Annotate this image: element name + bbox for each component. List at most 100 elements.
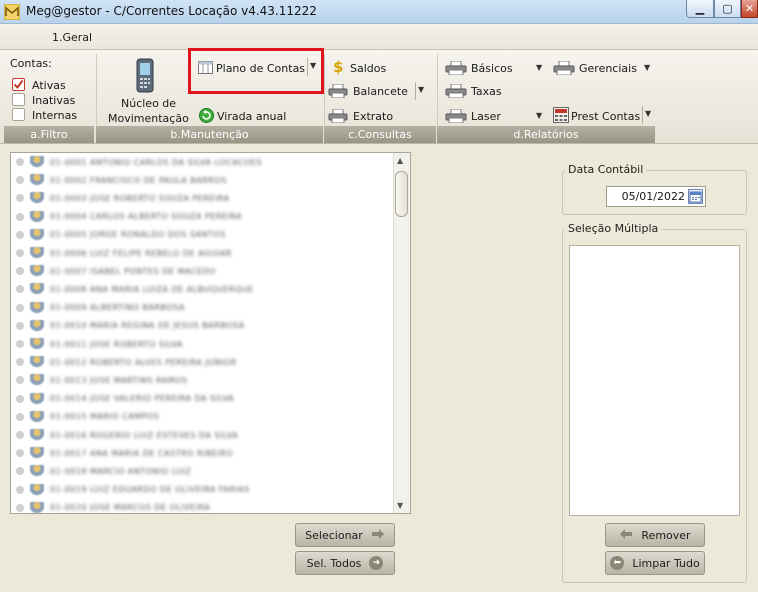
person-icon: [30, 156, 44, 168]
balancete-button[interactable]: Balancete: [353, 85, 408, 98]
list-item[interactable]: 01-0020 JOSE MARCOS DE OLIVEIRA: [16, 499, 210, 517]
taxas-button[interactable]: Taxas: [471, 85, 502, 98]
extrato-button[interactable]: Extrato: [353, 110, 393, 123]
maximize-button[interactable]: ▢: [714, 0, 741, 18]
list-item[interactable]: 01-0013 JOSE MARTINS RAMOS: [16, 371, 188, 389]
tree-expand-icon[interactable]: [16, 503, 24, 512]
limpar-tudo-label: Limpar Tudo: [632, 556, 700, 570]
list-item[interactable]: 01-0001 ANTONIO CARLOS DA SILVA LOCACOES: [16, 153, 262, 171]
list-item[interactable]: 01-0009 ALBERTINO BARBOSA: [16, 299, 185, 317]
arrow-left-icon: [619, 528, 633, 543]
data-contabil-label: Data Contábil: [565, 163, 647, 176]
gerenciais-button[interactable]: Gerenciais: [579, 62, 637, 75]
person-icon: [30, 210, 44, 223]
inativas-label: Inativas: [32, 94, 76, 107]
mobile-phone-icon[interactable]: [134, 58, 156, 94]
highlight-box: [188, 48, 324, 94]
ativas-checkbox[interactable]: [12, 78, 25, 91]
group-caption-filtro: a.Filtro: [4, 126, 95, 143]
scroll-up-icon[interactable]: ▲: [397, 156, 403, 165]
tree-expand-icon[interactable]: [16, 249, 24, 257]
list-item[interactable]: 01-0015 MARIO CAMPOS: [16, 408, 159, 426]
list-item[interactable]: 01-0011 JOSE ROBERTO SILVA: [16, 335, 183, 353]
tree-expand-icon[interactable]: [16, 485, 24, 494]
minimize-button[interactable]: ▁: [686, 0, 714, 18]
tree-expand-icon[interactable]: [16, 340, 24, 348]
tree-expand-icon[interactable]: [16, 158, 24, 166]
tree-expand-icon[interactable]: [16, 431, 24, 439]
printer-icon: [553, 60, 575, 76]
prest-contas-dropdown-icon[interactable]: ▼: [642, 106, 651, 124]
internas-checkbox[interactable]: [12, 108, 25, 121]
arrow-right-icon: [371, 528, 385, 543]
saldos-button[interactable]: Saldos: [350, 62, 386, 75]
list-item-label: 01-0018 MARCIO ANTONIO LUIZ: [50, 466, 192, 476]
laser-button[interactable]: Laser: [471, 110, 501, 123]
scroll-down-icon[interactable]: ▼: [397, 501, 403, 510]
nucleo-label-line2[interactable]: Movimentação: [108, 112, 189, 125]
calendar-icon[interactable]: [688, 189, 703, 204]
limpar-tudo-button[interactable]: ⬅ Limpar Tudo: [605, 551, 705, 575]
list-item-label: 01-0008 ANA MARIA LUIZA DE ALBUQUERQUE: [50, 284, 254, 294]
ativas-label: Ativas: [32, 79, 66, 92]
group-caption-manutencao: b.Manutenção: [96, 126, 324, 143]
person-icon: [30, 247, 44, 259]
tree-expand-icon[interactable]: [16, 394, 24, 403]
sel-todos-label: Sel. Todos: [306, 556, 362, 570]
tree-expand-icon[interactable]: [16, 467, 24, 476]
scroll-thumb[interactable]: [395, 171, 408, 217]
tree-expand-icon[interactable]: [16, 267, 24, 276]
tree-expand-icon[interactable]: [16, 285, 24, 294]
prest-contas-button[interactable]: Prest Contas: [571, 110, 640, 123]
list-item[interactable]: 01-0014 JOSE VALERIO PEREIRA DA SILVA: [16, 390, 234, 408]
list-item[interactable]: 01-0007 ISABEL PONTES DE MACEDO: [16, 262, 216, 280]
tree-expand-icon[interactable]: [16, 449, 24, 458]
tree-expand-icon[interactable]: [16, 412, 24, 421]
nucleo-label-line1[interactable]: Núcleo de: [121, 97, 176, 110]
close-button[interactable]: ✕: [741, 0, 758, 18]
list-item[interactable]: 01-0017 ANA MARIA DE CASTRO RIBEIRO: [16, 444, 233, 462]
list-item[interactable]: 01-0012 ROBERTO ALVES PEREIRA JUNIOR: [16, 353, 237, 371]
circle-arrow-right-icon: ➜: [369, 556, 384, 570]
list-item[interactable]: 01-0002 FRANCISCO DE PAULA BARROS: [16, 171, 227, 189]
inativas-checkbox[interactable]: [12, 93, 25, 106]
tab-geral[interactable]: 1.Geral: [52, 31, 92, 44]
person-icon: [30, 319, 44, 332]
tree-expand-icon[interactable]: [16, 358, 24, 367]
tree-expand-icon[interactable]: [16, 376, 24, 385]
list-item-label: 01-0010 MARIA REGINA DE JESUS BARBOSA: [50, 321, 245, 331]
tree-expand-icon[interactable]: [16, 303, 24, 312]
person-icon: [30, 501, 44, 514]
tree-expand-icon[interactable]: [16, 230, 24, 239]
list-item[interactable]: 01-0004 CARLOS ALBERTO SOUZA PEREIRA: [16, 208, 242, 226]
tree-expand-icon[interactable]: [16, 194, 24, 203]
list-item[interactable]: 01-0008 ANA MARIA LUIZA DE ALBUQUERQUE: [16, 280, 254, 298]
basicos-dropdown-icon[interactable]: ▼: [536, 63, 542, 72]
tree-expand-icon[interactable]: [16, 212, 24, 221]
selecao-multipla-label: Seleção Múltipla: [565, 222, 662, 235]
refresh-green-icon: [199, 108, 214, 123]
selecionar-button[interactable]: Selecionar: [295, 523, 395, 547]
list-item[interactable]: 01-0019 LUIZ EDUARDO DE OLIVEIRA FARIAS: [16, 481, 250, 499]
gerenciais-dropdown-icon[interactable]: ▼: [644, 63, 650, 72]
internas-label: Internas: [32, 109, 78, 122]
list-item[interactable]: 01-0005 JORGE RONALDO DOS SANTOS: [16, 226, 226, 244]
person-icon: [30, 392, 44, 405]
list-item[interactable]: 01-0003 JOSE ROBERTO SOUZA PEREIRA: [16, 189, 230, 207]
sel-todos-button[interactable]: Sel. Todos ➜: [295, 551, 395, 575]
basicos-button[interactable]: Básicos: [471, 62, 513, 75]
list-item[interactable]: 01-0018 MARCIO ANTONIO LUIZ: [16, 462, 191, 480]
tree-expand-icon[interactable]: [16, 176, 24, 185]
list-item[interactable]: 01-0016 ROGERIO LUIZ ESTEVES DA SILVA: [16, 426, 238, 444]
balancete-dropdown-icon[interactable]: ▼: [415, 82, 424, 100]
printer-icon: [445, 83, 467, 99]
laser-dropdown-icon[interactable]: ▼: [536, 111, 542, 120]
list-item-label: 01-0007 ISABEL PONTES DE MACEDO: [50, 266, 216, 276]
list-item[interactable]: 01-0006 LUIZ FELIPE REBELO DE AGUIAR: [16, 244, 232, 262]
selecao-multipla-list[interactable]: [569, 245, 740, 516]
list-item[interactable]: 01-0010 MARIA REGINA DE JESUS BARBOSA: [16, 317, 245, 335]
virada-anual-button[interactable]: Virada anual: [217, 110, 286, 123]
tree-expand-icon[interactable]: [16, 321, 24, 330]
remover-button[interactable]: Remover: [605, 523, 705, 547]
dollar-icon: $: [333, 58, 344, 76]
